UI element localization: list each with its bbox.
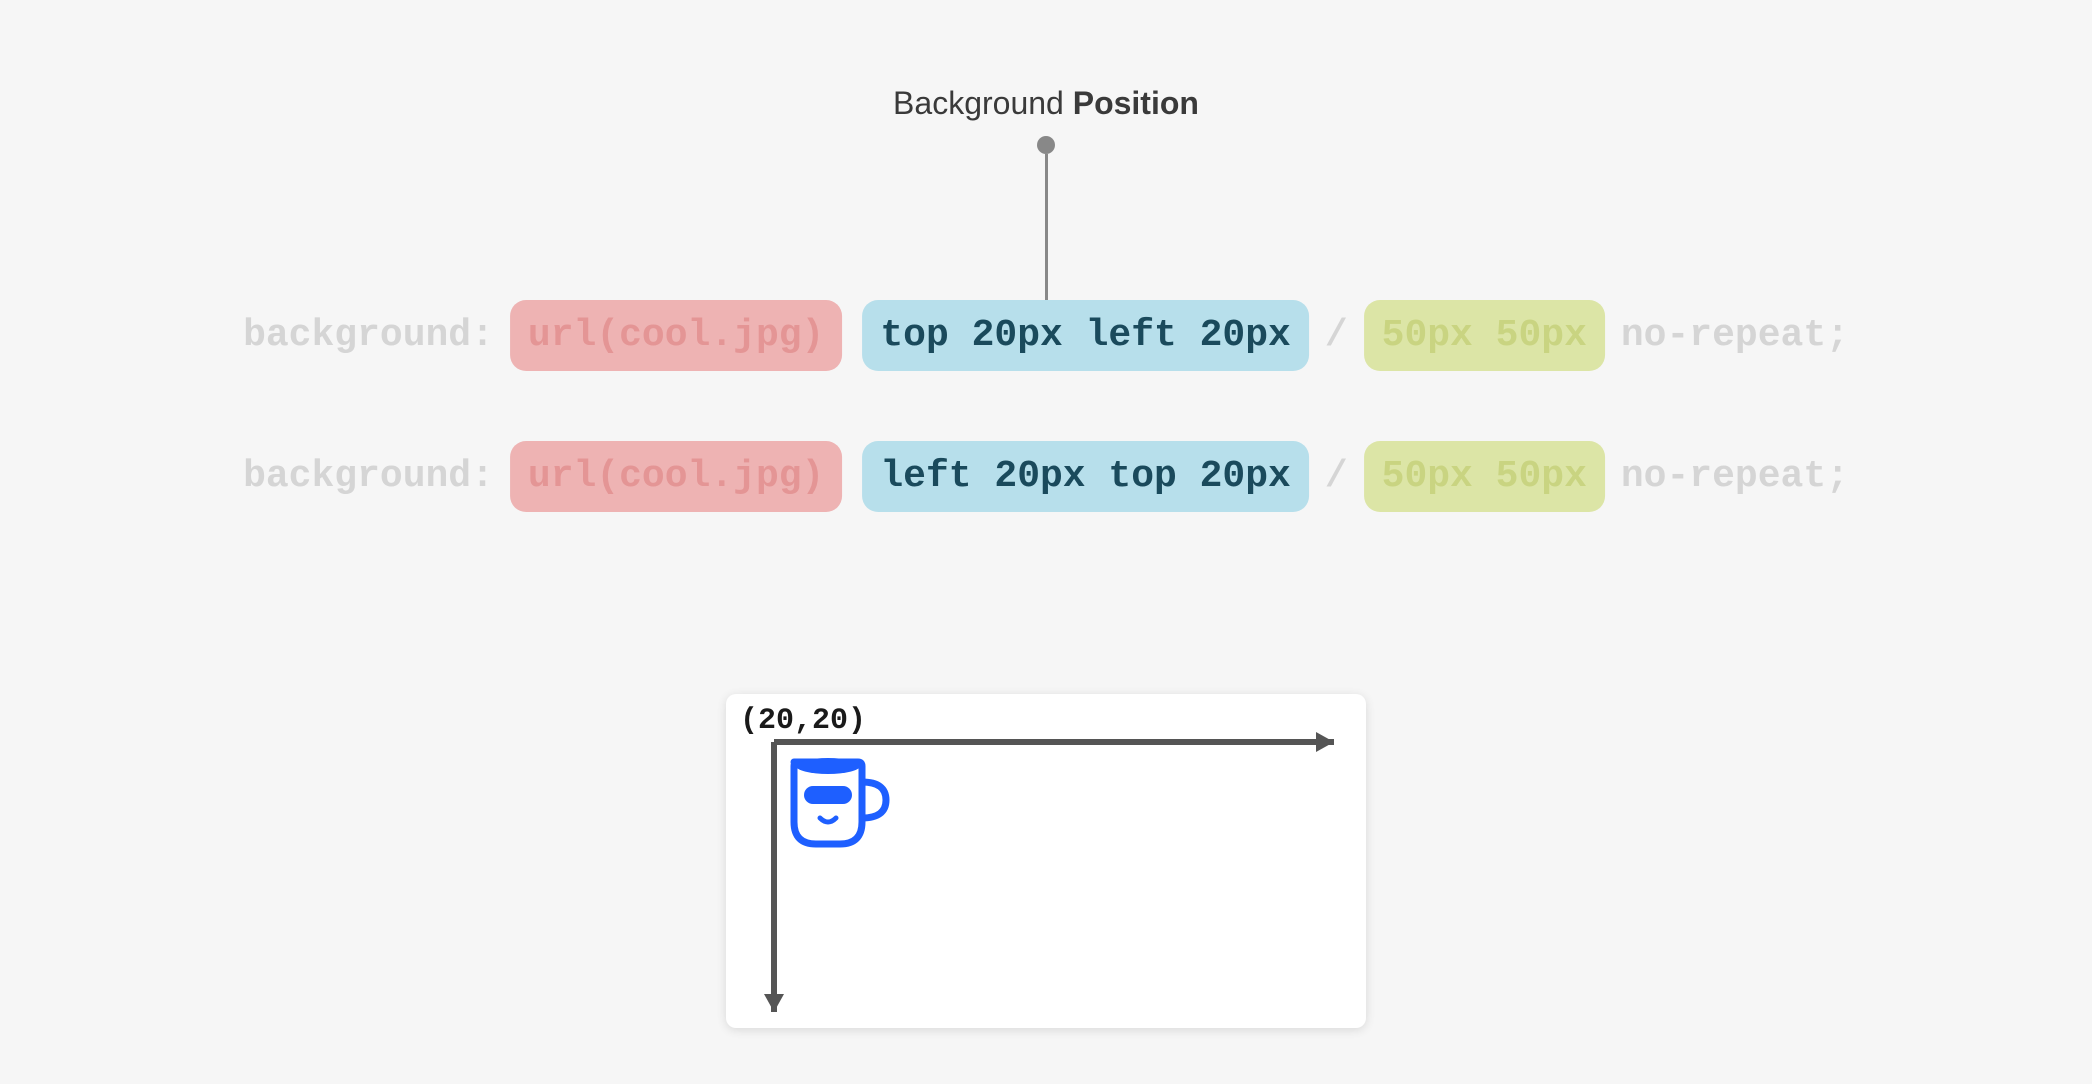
bg-url-pill: url(cool.jpg): [510, 441, 842, 512]
bg-size-pill: 50px 50px: [1364, 441, 1605, 512]
bg-position-pill: top 20px left 20px: [862, 300, 1308, 371]
bg-size-pill: 50px 50px: [1364, 300, 1605, 371]
css-property: background:: [237, 455, 500, 498]
slash-separator: /: [1319, 314, 1354, 357]
mug-icon: [776, 744, 894, 862]
code-row: background: url(cool.jpg) left 20px top …: [237, 441, 1855, 512]
heading-bold: Position: [1073, 85, 1199, 121]
pointer-dot: [1037, 136, 1055, 154]
bg-repeat-text: no-repeat;: [1615, 455, 1855, 498]
bg-repeat-text: no-repeat;: [1615, 314, 1855, 357]
bg-position-pill: left 20px top 20px: [862, 441, 1308, 512]
pointer-stem: [1045, 154, 1048, 312]
preview-box: (20,20): [726, 694, 1366, 1028]
slash-separator: /: [1319, 455, 1354, 498]
code-row: background: url(cool.jpg) top 20px left …: [237, 300, 1855, 371]
heading-prefix: Background: [893, 85, 1073, 121]
pointer-connector: [1037, 136, 1055, 312]
css-property: background:: [237, 314, 500, 357]
code-rows-container: background: url(cool.jpg) top 20px left …: [237, 300, 1855, 512]
bg-url-pill: url(cool.jpg): [510, 300, 842, 371]
diagram-heading: Background Position: [893, 85, 1199, 122]
